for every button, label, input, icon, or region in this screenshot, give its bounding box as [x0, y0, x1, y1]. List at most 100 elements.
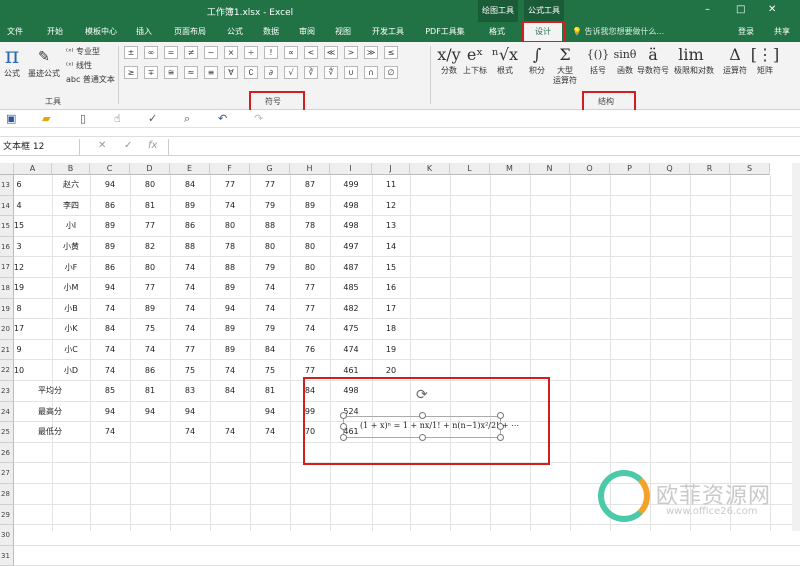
table-cell[interactable]: 赵六: [52, 175, 90, 195]
table-cell[interactable]: 88: [250, 216, 290, 236]
table-cell[interactable]: 80: [250, 237, 290, 257]
row-header[interactable]: 31: [0, 545, 14, 566]
table-cell[interactable]: 11: [372, 175, 410, 195]
table-cell[interactable]: [90, 505, 130, 525]
table-cell[interactable]: 12: [372, 196, 410, 216]
table-cell[interactable]: 94: [130, 402, 170, 422]
table-cell[interactable]: [210, 546, 250, 566]
linear-button[interactable]: ⁽ˣ⁾ 线性: [66, 60, 92, 71]
table-cell[interactable]: 81: [130, 381, 170, 401]
symbol-button[interactable]: ∅: [384, 66, 398, 79]
resize-handle[interactable]: [419, 412, 426, 419]
column-header[interactable]: Q: [650, 163, 690, 175]
symbol-button[interactable]: ∓: [144, 66, 158, 79]
close-button[interactable]: ✕: [768, 4, 776, 15]
symbol-button[interactable]: ∪: [344, 66, 358, 79]
table-cell[interactable]: 李四: [52, 196, 90, 216]
redo-icon[interactable]: ↷: [254, 112, 263, 125]
symbol-button[interactable]: ∛: [304, 66, 318, 79]
table-cell[interactable]: 10: [0, 360, 38, 380]
table-cell[interactable]: 87: [290, 175, 330, 195]
symbol-button[interactable]: =: [164, 46, 178, 59]
table-cell[interactable]: 499: [330, 175, 372, 195]
table-cell[interactable]: 小K: [52, 319, 90, 339]
resize-handle[interactable]: [340, 434, 347, 441]
table-cell[interactable]: 74: [250, 299, 290, 319]
table-cell[interactable]: [330, 484, 372, 504]
table-cell[interactable]: 498: [330, 216, 372, 236]
table-cell[interactable]: 94: [170, 402, 210, 422]
table-cell[interactable]: 79: [250, 257, 290, 277]
column-header[interactable]: N: [530, 163, 570, 175]
table-cell[interactable]: 89: [290, 196, 330, 216]
open-folder-icon[interactable]: ▰: [42, 112, 50, 125]
table-cell[interactable]: [210, 525, 250, 545]
table-cell[interactable]: 89: [130, 299, 170, 319]
table-cell[interactable]: 小黄: [52, 237, 90, 257]
resize-handle[interactable]: [340, 423, 347, 430]
table-cell[interactable]: [130, 463, 170, 483]
column-header[interactable]: R: [690, 163, 730, 175]
column-header[interactable]: E: [170, 163, 210, 175]
tab-developer[interactable]: 开发工具: [368, 22, 408, 42]
column-header[interactable]: I: [330, 163, 372, 175]
column-header[interactable]: K: [410, 163, 450, 175]
table-cell[interactable]: [90, 546, 130, 566]
column-header[interactable]: G: [250, 163, 290, 175]
table-cell[interactable]: [52, 422, 90, 442]
name-box[interactable]: 文本框 12: [0, 139, 80, 155]
table-cell[interactable]: [52, 505, 90, 525]
tab-file[interactable]: 文件: [4, 22, 26, 42]
table-cell[interactable]: 12: [0, 257, 38, 277]
tab-view[interactable]: 视图: [332, 22, 354, 42]
ink-equation-button[interactable]: ✎ 墨迹公式: [26, 46, 62, 79]
symbol-button[interactable]: ≡: [204, 66, 218, 79]
table-cell[interactable]: 475: [330, 319, 372, 339]
table-cell[interactable]: [170, 525, 210, 545]
table-cell[interactable]: 77: [170, 340, 210, 360]
table-cell[interactable]: 74: [170, 319, 210, 339]
undo-icon[interactable]: ↶: [218, 112, 227, 125]
structure-button[interactable]: ⁿ√x 根式: [488, 44, 522, 76]
table-cell[interactable]: 6: [0, 175, 38, 195]
table-cell[interactable]: 小M: [52, 278, 90, 298]
table-cell[interactable]: 94: [90, 175, 130, 195]
table-cell[interactable]: 74: [290, 319, 330, 339]
table-cell[interactable]: 9: [0, 340, 38, 360]
table-cell[interactable]: 80: [290, 237, 330, 257]
table-cell[interactable]: 77: [130, 216, 170, 236]
row-header[interactable]: 25: [0, 422, 14, 443]
symbol-button[interactable]: ∀: [224, 66, 238, 79]
table-cell[interactable]: 89: [90, 237, 130, 257]
structure-button[interactable]: Δ 运算符: [718, 44, 752, 76]
share-button[interactable]: 共享: [768, 22, 796, 42]
table-cell[interactable]: 15: [372, 257, 410, 277]
symbol-button[interactable]: ≤: [384, 46, 398, 59]
table-cell[interactable]: [52, 443, 90, 463]
table-cell[interactable]: 18: [372, 319, 410, 339]
tab-page-layout[interactable]: 页面布局: [170, 22, 210, 42]
table-cell[interactable]: [330, 525, 372, 545]
table-cell[interactable]: [250, 546, 290, 566]
table-cell[interactable]: 94: [90, 278, 130, 298]
table-cell[interactable]: [372, 525, 410, 545]
table-cell[interactable]: 89: [210, 340, 250, 360]
table-cell[interactable]: [290, 546, 330, 566]
table-cell[interactable]: 485: [330, 278, 372, 298]
table-cell[interactable]: [372, 484, 410, 504]
table-cell[interactable]: 474: [330, 340, 372, 360]
table-cell[interactable]: 77: [290, 299, 330, 319]
table-cell[interactable]: 小D: [52, 360, 90, 380]
table-cell[interactable]: 497: [330, 237, 372, 257]
table-cell[interactable]: 482: [330, 299, 372, 319]
login-link[interactable]: 登录: [735, 22, 757, 42]
table-cell[interactable]: 74: [250, 278, 290, 298]
symbol-button[interactable]: !: [264, 46, 278, 59]
structure-button[interactable]: [⋮] 矩阵: [748, 44, 782, 76]
table-cell[interactable]: [330, 546, 372, 566]
tab-review[interactable]: 审阅: [296, 22, 318, 42]
table-cell[interactable]: 75: [250, 360, 290, 380]
table-cell[interactable]: 19: [0, 278, 38, 298]
table-cell[interactable]: 80: [210, 216, 250, 236]
professional-button[interactable]: ⁽ˣ⁾ 专业型: [66, 46, 100, 57]
